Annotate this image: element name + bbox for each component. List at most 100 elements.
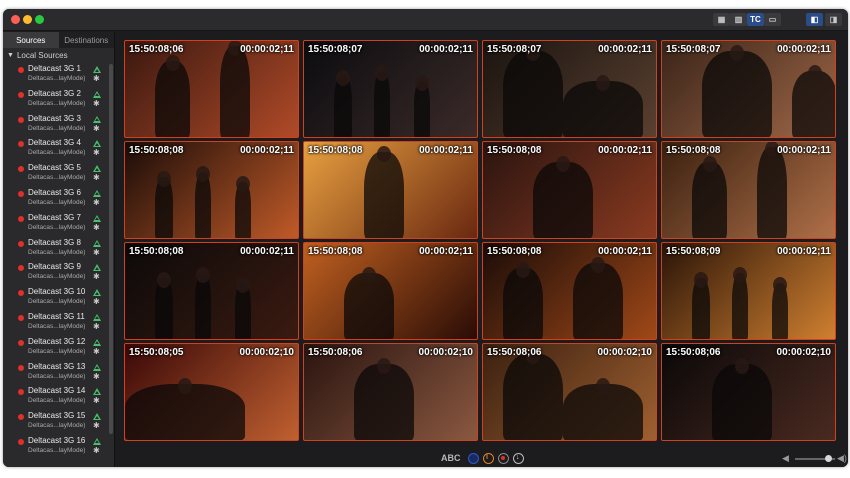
gear-icon[interactable]: ✱ [93,99,100,108]
duration-label: 00:00:02;11 [240,145,294,156]
video-tile[interactable]: 15:50:08;08 00:00:02;11 [124,242,299,340]
video-tile[interactable]: 15:50:08;07 00:00:02;11 [303,40,478,138]
gear-icon[interactable]: ✱ [93,446,100,455]
video-tile[interactable]: 15:50:08;08 00:00:02;11 [482,242,657,340]
source-item[interactable]: Deltacast 3G 15 Deltacas...layMode) ✱ [3,409,114,434]
duration-label: 00:00:02;11 [240,44,294,55]
status-dot-icon [18,389,24,396]
signal-triangle-icon [93,363,101,371]
video-tile[interactable]: 15:50:08;08 00:00:02;11 [124,141,299,239]
source-item[interactable]: Deltacast 3G 6 Deltacas...layMode) ✱ [3,186,114,211]
performer-silhouette [692,162,727,238]
gear-icon[interactable]: ✱ [93,397,100,405]
safe-area-icon[interactable]: ▭ [764,13,781,26]
performer-head [196,267,210,283]
video-tile[interactable]: 15:50:08;09 00:00:02;11 [661,242,836,340]
tab-destinations[interactable]: Destinations [59,32,115,48]
gear-icon[interactable]: ✱ [93,273,100,281]
duration-label: 00:00:02;11 [419,246,473,257]
performer-head [556,156,570,172]
source-item[interactable]: Deltacast 3G 8 Deltacas...layMode) ✱ [3,236,114,261]
status-dot-icon [18,290,24,297]
source-name: Deltacast 3G 8 [28,237,81,247]
video-tile[interactable]: 15:50:08;08 00:00:02;11 [303,141,478,239]
sidebar-left-toggle[interactable]: ◧ [806,13,823,26]
gear-icon[interactable]: ✱ [93,372,100,381]
source-item[interactable]: Deltacast 3G 4 Deltacas...layMode) ✱ [3,136,114,161]
source-item[interactable]: Deltacast 3G 14 Deltacas...layMode) ✱ [3,384,114,409]
video-tile[interactable]: 15:50:08;05 00:00:02;10 [124,343,299,441]
source-item[interactable]: Deltacast 3G 13 Deltacas...layMode) ✱ [3,360,114,385]
signal-triangle-icon [93,313,101,321]
source-name: Deltacast 3G 10 [28,287,86,297]
source-item[interactable]: Deltacast 3G 10 Deltacas...layMode) ✱ [3,285,114,310]
timecode-label: 15:50:08;08 [308,145,363,156]
duration-label: 00:00:02;11 [598,246,652,257]
layout-grid-icon[interactable]: ▦ [713,13,730,26]
video-tile[interactable]: 15:50:08;06 00:00:02;11 [124,40,299,138]
source-item[interactable]: Deltacast 3G 12 Deltacas...layMode) ✱ [3,335,114,360]
close-window-button[interactable] [11,15,20,24]
source-item[interactable]: Deltacast 3G 9 Deltacas...layMode) ✱ [3,260,114,285]
gear-icon[interactable]: ✱ [93,347,100,356]
record-button[interactable] [498,453,509,464]
status-dot-icon [18,364,24,371]
video-tile[interactable]: 15:50:08;08 00:00:02;11 [661,141,836,239]
minimize-window-button[interactable] [23,15,32,24]
source-subtitle: Deltacas...layMode) [28,422,86,430]
gear-icon[interactable]: ✱ [93,174,100,182]
gear-icon[interactable]: ✱ [93,248,100,257]
source-subtitle: Deltacas...layMode) [28,248,86,256]
sidebar-scrollbar[interactable] [109,64,113,434]
download-button[interactable]: ↓ [513,453,524,464]
source-item[interactable]: Deltacast 3G 1 Deltacas...layMode) ✱ [3,62,114,87]
timecode-toggle[interactable]: TC [747,13,764,26]
monitor-blue-button[interactable] [468,453,479,464]
duration-label: 00:00:02;10 [418,347,473,358]
performer-silhouette [344,273,394,339]
video-tile[interactable]: 15:50:08;06 00:00:02;10 [661,343,836,441]
source-item[interactable]: Deltacast 3G 5 Deltacas...layMode) ✱ [3,161,114,186]
gear-icon[interactable]: ✱ [93,322,100,331]
performer-head [362,267,376,283]
performer-head [807,65,822,81]
disclosure-triangle-icon[interactable]: ▼ [7,52,14,59]
video-tile[interactable]: 15:50:08;06 00:00:02;10 [303,343,478,441]
video-tile[interactable]: 15:50:08;06 00:00:02;10 [482,343,657,441]
source-subtitle: Deltacas...layMode) [28,99,86,107]
performer-head [596,378,610,394]
timecode-label: 15:50:08;06 [129,44,184,55]
gear-icon[interactable]: ✱ [93,124,100,133]
sidebar-right-toggle[interactable]: ◨ [825,13,842,26]
gear-icon[interactable]: ✱ [93,223,100,232]
video-tile[interactable]: 15:50:08;08 00:00:02;11 [482,141,657,239]
pause-button[interactable]: ‖ [483,453,494,464]
performer-head [773,277,787,293]
source-item[interactable]: Deltacast 3G 7 Deltacas...layMode) ✱ [3,211,114,236]
audio-meters-icon[interactable]: ▥ [730,13,747,26]
source-item[interactable]: Deltacast 3G 3 Deltacas...layMode) ✱ [3,112,114,137]
performer-silhouette [354,364,414,440]
status-dot-icon [18,91,24,98]
source-item[interactable]: Deltacast 3G 2 Deltacas...layMode) ✱ [3,87,114,112]
performer-head [591,257,605,273]
video-tile[interactable]: 15:50:08;08 00:00:02;11 [303,242,478,340]
zoom-window-button[interactable] [35,15,44,24]
gear-icon[interactable]: ✱ [93,298,100,306]
source-item[interactable]: Deltacast 3G 11 Deltacas...layMode) ✱ [3,310,114,335]
subtitle-toggle[interactable]: ABC [441,453,461,463]
video-tile[interactable]: 15:50:08;07 00:00:02;11 [661,40,836,138]
title-bar: ▦ ▥ TC ▭ ◧ ◨ [3,9,848,31]
source-item[interactable]: Deltacast 3G 16 Deltacas...layMode) ✱ [3,434,114,459]
gear-icon[interactable]: ✱ [93,75,100,83]
volume-slider-knob[interactable] [825,455,832,462]
gear-icon[interactable]: ✱ [93,422,100,430]
local-sources-header[interactable]: ▼ Local Sources [3,48,114,62]
duration-label: 00:00:02;11 [419,44,473,55]
video-tile[interactable]: 15:50:08;07 00:00:02;11 [482,40,657,138]
source-subtitle: Deltacas...layMode) [28,124,86,132]
gear-icon[interactable]: ✱ [93,198,100,207]
tab-sources[interactable]: Sources [3,32,59,48]
gear-icon[interactable]: ✱ [93,149,100,157]
volume-low-icon: ◀ [782,453,789,463]
